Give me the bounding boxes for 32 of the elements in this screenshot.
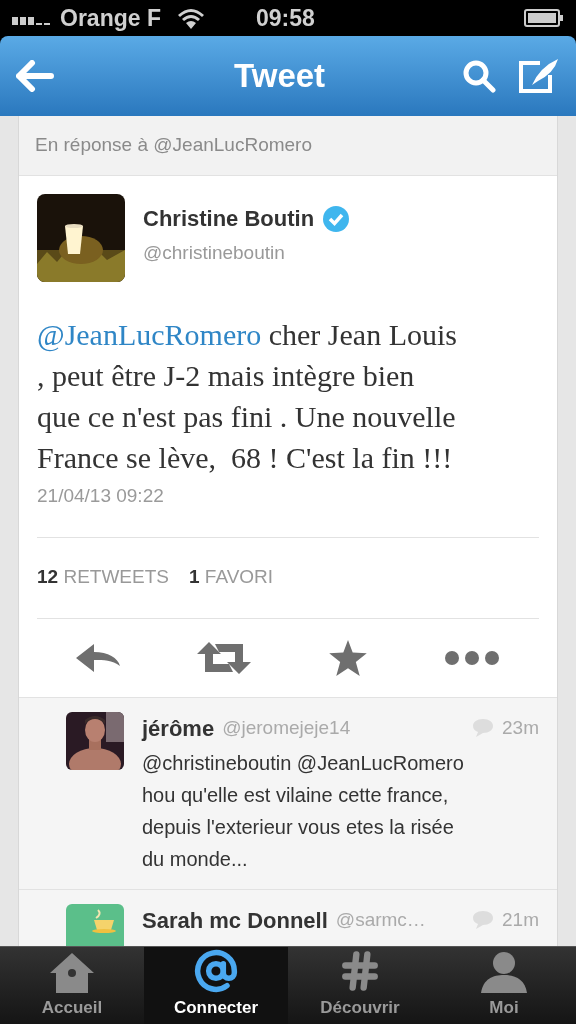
clock: 09:58 — [256, 3, 315, 33]
author-name[interactable]: Christine Boutin — [143, 202, 315, 235]
retweet-icon[interactable] — [197, 641, 252, 674]
back-arrow-icon[interactable] — [16, 60, 54, 92]
tweet-text: @JeanLucRomero cher Jean Louis , peut être J-2 mais intègre bien que ce n'est pas fini . Une nouvelle France se lève, 68 ! C'est la fin !!! — [37, 317, 458, 476]
person-icon — [481, 950, 527, 993]
speech-bubble-icon — [472, 910, 495, 930]
tab-bar-item[interactable]: Connecter — [144, 947, 288, 1024]
reply-time: 21m — [502, 907, 539, 932]
tab-bar-item[interactable]: Découvrir — [288, 947, 432, 1024]
star-icon[interactable] — [328, 639, 367, 676]
tab-bar-item[interactable]: Accueil — [0, 947, 144, 1024]
search-icon[interactable] — [462, 59, 496, 93]
reply-text: @christineboutin @JeanLucRomero hou qu'elle est vilaine cette france, depuis l'exterieur vous etes la risée du monde... — [142, 750, 465, 872]
stat-count[interactable]: 12 RETWEETS — [37, 563, 169, 592]
compose-icon[interactable] — [518, 57, 560, 95]
reply-arrow-icon[interactable] — [75, 641, 120, 674]
carrier-name: Orange F — [60, 3, 161, 33]
stat-count[interactable]: 1 FAVORI — [189, 563, 274, 592]
battery-icon — [524, 9, 564, 27]
speech-bubble-icon — [472, 718, 495, 738]
mention-link[interactable]: @JeanLucRomero — [37, 318, 262, 351]
at-sign-icon — [194, 948, 238, 993]
page-title: Tweet — [234, 56, 326, 97]
tab-bar-item[interactable]: Moi — [432, 947, 576, 1024]
wifi-icon — [176, 7, 205, 29]
more-icon[interactable] — [444, 649, 501, 666]
birdhouse-icon — [50, 952, 94, 993]
reply-author-name[interactable]: Sarah mc Donnell — [142, 903, 328, 937]
reply-author-name[interactable]: jérôme — [142, 711, 215, 745]
reply-time: 23m — [502, 715, 539, 740]
tweet-date: 21/04/13 09:22 — [37, 484, 164, 508]
